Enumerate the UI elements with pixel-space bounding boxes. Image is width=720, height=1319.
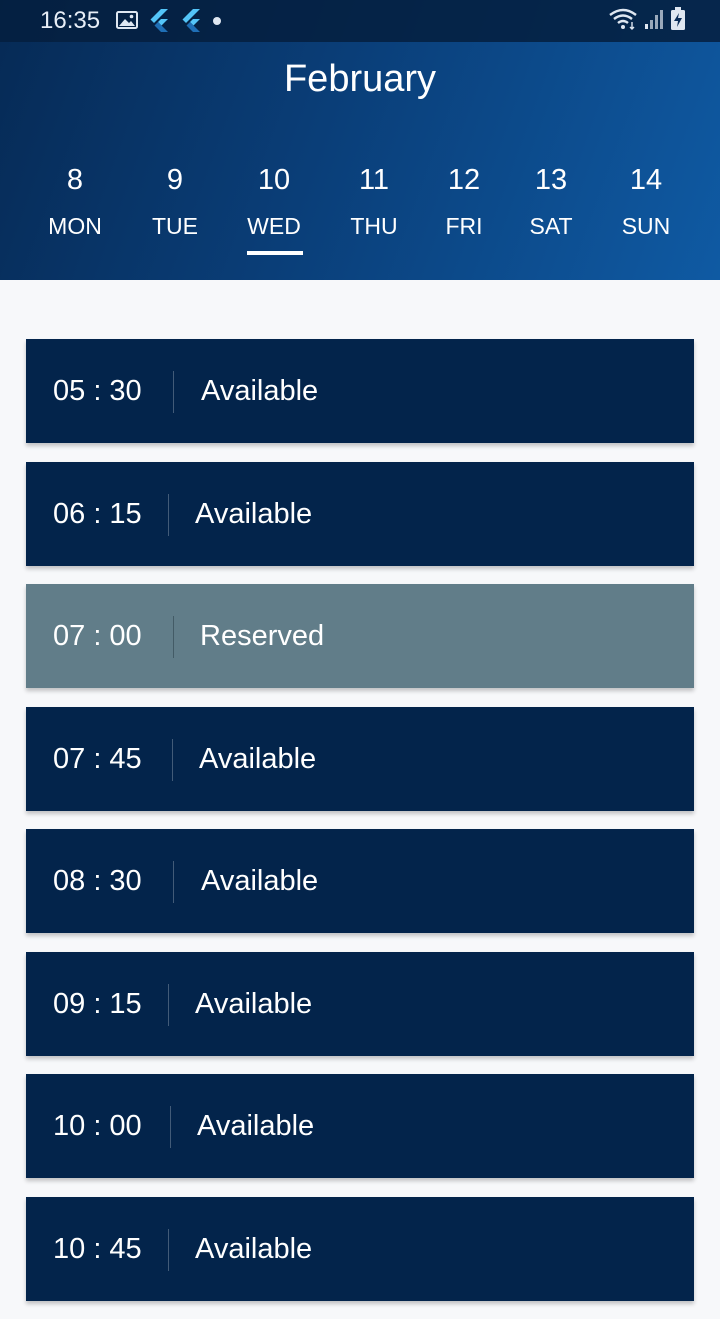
system-icons: [602, 6, 686, 36]
slot-time: 10 : 45: [53, 1232, 142, 1265]
slot-status: Available: [195, 1232, 313, 1265]
slot-divider: [173, 861, 174, 903]
time-slot[interactable]: 10 : 00 Available: [26, 1074, 694, 1178]
slot-divider: [168, 1228, 169, 1271]
slot-status: Available: [201, 865, 319, 897]
notification-icons: [116, 8, 232, 37]
time-slot[interactable]: 06 : 15 Available: [26, 461, 694, 566]
day-tab-mon[interactable]: 8 MON: [30, 158, 120, 250]
day-tab-fri[interactable]: 12 FRI: [419, 158, 509, 250]
slot-time: 07 : 00: [53, 620, 142, 652]
slot-time: 06 : 15: [53, 497, 142, 530]
day-number: 13: [534, 164, 568, 196]
day-name: MON: [48, 213, 102, 239]
day-tab-sat[interactable]: 13 SAT: [506, 158, 596, 250]
slot-status: Available: [199, 742, 317, 775]
month-title: February: [283, 58, 437, 100]
day-name: THU: [350, 213, 398, 239]
day-name: SAT: [529, 213, 573, 239]
day-number: 10: [257, 164, 291, 196]
time-slot[interactable]: 07 : 45 Available: [26, 706, 694, 811]
slot-status: Available: [197, 1110, 315, 1142]
slot-time: 09 : 15: [53, 987, 142, 1020]
dot-icon: [212, 13, 222, 31]
slot-time: 07 : 45: [53, 742, 142, 775]
image-icon: [116, 10, 138, 35]
calendar-header: 16:35 February 8 MON 9 TUE 10 WED 11 THU…: [0, 0, 720, 280]
status-bar: 16:35: [0, 0, 720, 42]
day-tab-wed[interactable]: 10 WED: [229, 158, 319, 255]
time-slot[interactable]: 10 : 45 Available: [26, 1196, 694, 1301]
slot-time: 10 : 00: [53, 1110, 142, 1142]
day-number: 12: [447, 164, 481, 196]
time-slot-list: 05 : 30 Available 06 : 15 Available 07 :…: [26, 339, 694, 1319]
slot-divider: [173, 616, 174, 658]
slot-status: Available: [201, 375, 319, 407]
slot-divider: [168, 983, 169, 1026]
battery-charging-icon: [670, 6, 686, 36]
slot-status: Available: [195, 987, 313, 1020]
slot-status: Available: [195, 497, 313, 530]
slot-divider: [170, 1106, 171, 1148]
time-slot-reserved[interactable]: 07 : 00 Reserved: [26, 584, 694, 688]
time-slot[interactable]: 09 : 15 Available: [26, 951, 694, 1056]
slot-divider: [172, 738, 173, 781]
day-selector: 8 MON 9 TUE 10 WED 11 THU 12 FRI 13 SAT …: [0, 158, 720, 268]
slot-divider: [168, 493, 169, 536]
day-tab-sun[interactable]: 14 SUN: [601, 158, 691, 250]
day-number: 14: [629, 164, 663, 196]
day-tab-tue[interactable]: 9 TUE: [130, 158, 220, 250]
day-name: TUE: [152, 213, 198, 239]
day-tab-thu[interactable]: 11 THU: [329, 158, 419, 250]
day-number: 9: [166, 164, 184, 196]
status-time: 16:35: [40, 7, 101, 34]
time-slot[interactable]: 05 : 30 Available: [26, 339, 694, 443]
slot-time: 05 : 30: [53, 375, 142, 407]
signal-icon: [644, 8, 664, 35]
day-name: WED: [247, 213, 301, 239]
slot-status: Reserved: [200, 620, 325, 652]
day-name: SUN: [621, 213, 671, 239]
slot-divider: [173, 371, 174, 413]
selected-day-indicator: [247, 251, 303, 255]
wifi-icon: [608, 8, 638, 35]
day-name: FRI: [445, 213, 483, 239]
time-slot[interactable]: 08 : 30 Available: [26, 829, 694, 933]
flutter-icon: [180, 8, 202, 37]
day-number: 11: [358, 164, 390, 196]
day-number: 8: [66, 164, 84, 196]
slot-time: 08 : 30: [53, 865, 142, 897]
flutter-icon: [148, 8, 170, 37]
